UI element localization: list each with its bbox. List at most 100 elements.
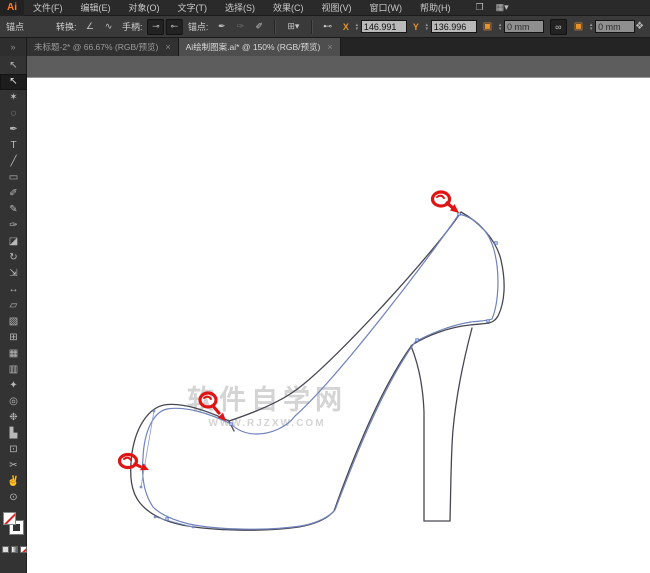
menu-item-view[interactable]: 视图(V) — [313, 0, 361, 16]
document-tab-bar: » 未标题-2* @ 66.67% (RGB/预览) × Ai绘制图案.ai* … — [0, 38, 650, 56]
anchor-point — [166, 518, 169, 521]
menu-item-edit[interactable]: 编辑(E) — [72, 0, 120, 16]
menu-item-help[interactable]: 帮助(H) — [411, 0, 460, 16]
tab-title: 未标题-2* @ 66.67% (RGB/预览) — [34, 41, 158, 53]
width-stepper[interactable]: ▴▾ — [496, 23, 504, 31]
anchor-point — [230, 423, 233, 426]
column-graph-tool[interactable]: ▙ — [0, 426, 27, 442]
anchor-point — [458, 213, 461, 216]
more-options-icon[interactable]: ❖ — [635, 21, 644, 32]
annotation-vamp-anchor — [200, 393, 226, 421]
artboard-tool[interactable]: ⊡ — [0, 442, 27, 458]
close-icon[interactable]: × — [327, 42, 332, 52]
anchor-panel-title: 锚点 — [6, 20, 24, 33]
direct-selection-tool[interactable]: ↖ — [0, 74, 27, 90]
anchor-point — [416, 339, 419, 342]
anchor-point — [495, 242, 498, 245]
y-coordinate-field[interactable] — [431, 20, 477, 33]
zoom-tool[interactable]: ⊙ — [0, 490, 27, 506]
add-anchor-button[interactable]: ✑ — [232, 19, 249, 35]
convert-label: 转换: — [56, 20, 77, 33]
gradient-tool[interactable]: ▥ — [0, 362, 27, 378]
slice-tool[interactable]: ✂ — [0, 458, 27, 474]
width-icon: ▣ — [483, 21, 492, 32]
workspace-switcher-icon[interactable]: ▦▾ — [496, 2, 509, 13]
height-field[interactable] — [595, 20, 635, 33]
shoe-drawing — [27, 56, 650, 573]
tab-untitled-2[interactable]: 未标题-2* @ 66.67% (RGB/预览) × — [27, 38, 179, 56]
pen-tool[interactable]: ✒ — [0, 122, 27, 138]
selection-tool[interactable]: ↖ — [0, 58, 27, 74]
tools-panel: ↖↖✶◌✒T╱▭✐✎✑◪↻⇲↔▱▧⊞▦▥✦◎❉▙⊡✂✌⊙ — [0, 56, 27, 573]
none-button[interactable] — [20, 546, 27, 553]
hide-handles-button[interactable]: ⊸ — [166, 19, 183, 35]
anchors-label: 锚点: — [188, 20, 209, 33]
x-stepper[interactable]: ▴▾ — [353, 23, 361, 31]
color-button[interactable] — [2, 546, 9, 553]
connect-path-button[interactable]: ✐ — [251, 19, 268, 35]
hand-tool[interactable]: ✌ — [0, 474, 27, 490]
width-field[interactable] — [504, 20, 544, 33]
height-stepper[interactable]: ▴▾ — [587, 23, 595, 31]
menu-item-effect[interactable]: 效果(C) — [264, 0, 313, 16]
menu-item-file[interactable]: 文件(F) — [24, 0, 72, 16]
anchor-point — [487, 320, 490, 323]
menu-item-type[interactable]: 文字(T) — [169, 0, 217, 16]
toolbar-collapse-icon[interactable]: » — [0, 38, 27, 56]
isolate-selection-icon[interactable]: ⊷ — [319, 19, 336, 35]
artboard-canvas[interactable]: 软件自学网 WWW.RJZXW.COM — [27, 56, 650, 573]
pen-traced-path[interactable] — [142, 214, 497, 529]
shape-builder-tool[interactable]: ▧ — [0, 314, 27, 330]
heel-outline — [411, 328, 472, 521]
menu-item-window[interactable]: 窗口(W) — [361, 0, 412, 16]
scale-tool[interactable]: ⇲ — [0, 266, 27, 282]
paint-mode-buttons — [2, 546, 27, 553]
mesh-tool[interactable]: ▦ — [0, 346, 27, 362]
close-icon[interactable]: × — [165, 42, 170, 52]
pencil-tool[interactable]: ✎ — [0, 202, 27, 218]
align-menu-button[interactable]: ⊞▾ — [282, 19, 306, 35]
annotation-top-anchor — [433, 192, 460, 213]
menu-item-object[interactable]: 对象(O) — [120, 0, 169, 16]
eyedropper-tool[interactable]: ✦ — [0, 378, 27, 394]
remove-anchor-button[interactable]: ✒ — [213, 19, 230, 35]
separator — [311, 20, 313, 34]
rectangle-tool[interactable]: ▭ — [0, 170, 27, 186]
none-slash-icon — [20, 546, 27, 553]
free-transform-tool[interactable]: ▱ — [0, 298, 27, 314]
app-logo: Ai — [0, 0, 24, 16]
rotate-tool[interactable]: ↻ — [0, 250, 27, 266]
magic-wand-tool[interactable]: ✶ — [0, 90, 27, 106]
fill-swatch-none[interactable] — [3, 512, 16, 525]
symbol-sprayer-tool[interactable]: ❉ — [0, 410, 27, 426]
y-stepper[interactable]: ▴▾ — [423, 23, 431, 31]
y-coordinate-label: Y — [413, 22, 419, 32]
x-coordinate-field[interactable] — [361, 20, 407, 33]
anchor-points[interactable] — [143, 213, 498, 521]
convert-to-corner-button[interactable]: ∠ — [82, 19, 99, 35]
width-tool[interactable]: ↔ — [0, 282, 27, 298]
arrange-documents-icon[interactable]: ❐ — [476, 2, 484, 13]
tab-ai-drawing[interactable]: Ai绘制图案.ai* @ 150% (RGB/预览) × — [179, 38, 341, 56]
none-slash-icon — [3, 512, 16, 525]
control-bar: 锚点 转换: ∠ ∿ 手柄: ⊸ ⊸ 锚点: ✒ ✑ ✐ ⊞▾ ⊷ X ▴▾ Y… — [0, 16, 650, 38]
paintbrush-tool[interactable]: ✐ — [0, 186, 27, 202]
gradient-button[interactable] — [11, 546, 18, 553]
menu-bar: Ai 文件(F)编辑(E)对象(O)文字(T)选择(S)效果(C)视图(V)窗口… — [0, 0, 650, 16]
handles-label: 手柄: — [122, 20, 143, 33]
convert-to-smooth-button[interactable]: ∿ — [100, 19, 117, 35]
line-segment-tool[interactable]: ╱ — [0, 154, 27, 170]
annotation-toe-anchor — [120, 455, 150, 471]
perspective-grid-tool[interactable]: ⊞ — [0, 330, 27, 346]
eraser-tool[interactable]: ◪ — [0, 234, 27, 250]
blob-brush-tool[interactable]: ✑ — [0, 218, 27, 234]
reference-outline — [131, 212, 504, 530]
type-tool[interactable]: T — [0, 138, 27, 154]
menu-items: 文件(F)编辑(E)对象(O)文字(T)选择(S)效果(C)视图(V)窗口(W)… — [24, 0, 460, 16]
show-handles-button[interactable]: ⊸ — [147, 19, 164, 35]
link-dimensions-icon[interactable]: ∞ — [550, 19, 567, 35]
menu-item-select[interactable]: 选择(S) — [216, 0, 264, 16]
blend-tool[interactable]: ◎ — [0, 394, 27, 410]
lasso-tool[interactable]: ◌ — [0, 106, 27, 122]
tool-list: ↖↖✶◌✒T╱▭✐✎✑◪↻⇲↔▱▧⊞▦▥✦◎❉▙⊡✂✌⊙ — [0, 58, 27, 506]
